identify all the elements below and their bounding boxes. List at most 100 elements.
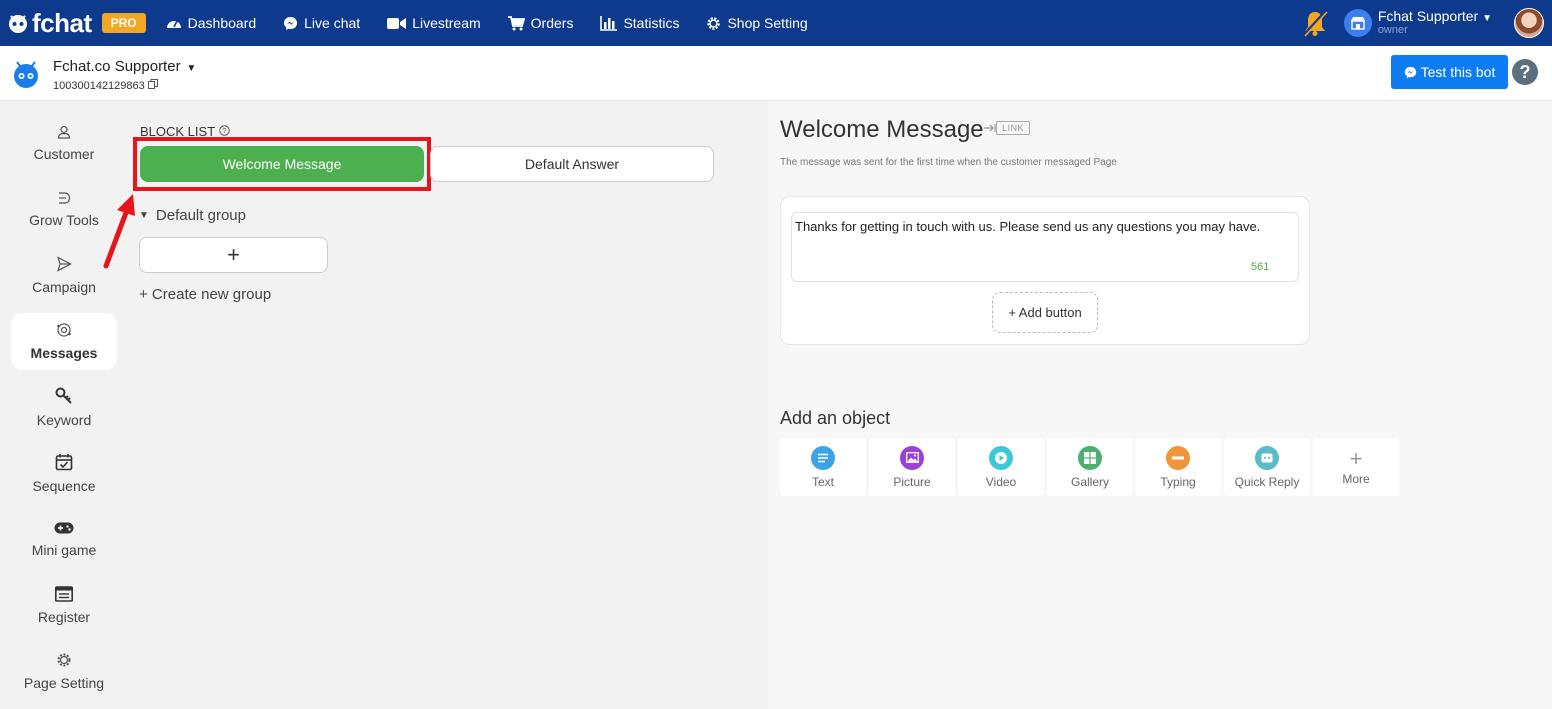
user-menu[interactable]: Fchat Supporter ▼ owner (1378, 9, 1492, 36)
editor-panel (768, 101, 1552, 709)
sidebar-item-label: Messages (30, 345, 98, 361)
sidebar-item-label: Page Setting (23, 675, 105, 691)
send-icon (57, 256, 72, 272)
user-icon (57, 125, 71, 139)
sidebar-item-keyword[interactable]: Keyword (11, 379, 117, 436)
editor-description: The message was sent for the first time … (780, 157, 1117, 168)
add-block-button[interactable]: + (139, 237, 328, 273)
sidebar-item-label: Register (37, 609, 91, 625)
object-label: Quick Reply (1234, 474, 1300, 489)
sidebar-item-label: Grow Tools (29, 212, 99, 228)
sidebar-item-sequence[interactable]: Sequence (11, 445, 117, 502)
create-group-link[interactable]: + Create new group (139, 286, 271, 303)
nav-label: Shop Setting (727, 15, 808, 31)
grow-tools-icon (59, 192, 71, 204)
nav-orders[interactable]: Orders (507, 15, 574, 31)
nav-label: Live chat (304, 15, 361, 31)
main-nav: Dashboard Live chat Livestream Orders St… (166, 15, 835, 31)
object-more[interactable]: + More (1313, 438, 1399, 496)
gear-icon (707, 16, 721, 30)
svg-text:?: ? (222, 126, 226, 135)
sidebar-item-label: Sequence (32, 478, 96, 494)
object-label: Typing (1160, 474, 1196, 489)
sidebar-item-customer[interactable]: Customer (11, 115, 117, 172)
bell-off-icon[interactable] (1300, 8, 1330, 38)
chevron-down-icon: ▼ (183, 63, 197, 74)
nav-live-chat[interactable]: Live chat (283, 15, 360, 31)
test-bot-button[interactable]: Test this bot (1391, 55, 1508, 89)
add-button-button[interactable]: + Add button (992, 292, 1098, 333)
typing-icon (1166, 445, 1190, 470)
page-name: Fchat.co Supporter (53, 58, 181, 75)
message-text[interactable]: Thanks for getting in touch with us. Ple… (795, 219, 1260, 234)
top-right-area: Fchat Supporter ▼ owner (1300, 0, 1552, 46)
page-id-value: 100300142129863 (53, 80, 145, 92)
gamepad-icon (54, 522, 74, 534)
object-gallery[interactable]: Gallery (1047, 438, 1133, 496)
messenger-icon (1404, 66, 1416, 78)
test-bot-label: Test this bot (1420, 64, 1496, 80)
add-object-title: Add an object (780, 408, 891, 428)
page-selector[interactable]: Fchat.co Supporter ▼ (53, 58, 196, 75)
shop-avatar-icon[interactable] (1343, 9, 1372, 37)
nav-shop-setting[interactable]: Shop Setting (706, 15, 808, 31)
nav-label: Livestream (412, 15, 481, 31)
block-default-answer[interactable]: Default Answer (430, 146, 714, 182)
object-typing[interactable]: Typing (1135, 438, 1221, 496)
cart-icon (507, 15, 525, 30)
sidebar-item-label: Mini game (31, 542, 97, 558)
sidebar-item-register[interactable]: Register (11, 577, 117, 634)
object-label: Text (811, 474, 834, 489)
avatar[interactable] (1514, 8, 1544, 38)
nav-statistics[interactable]: Statistics (600, 15, 679, 31)
brand-name: fchat (32, 7, 92, 38)
link-badge[interactable]: LINK (984, 121, 1031, 135)
video-icon (387, 17, 407, 29)
page-header: Fchat.co Supporter ▼ 100300142129863 Tes… (0, 46, 1552, 101)
sidebar-item-mini-game[interactable]: Mini game (11, 511, 117, 568)
messages-icon (57, 323, 71, 337)
chevron-down-icon: ▼ (1482, 13, 1492, 25)
dashboard-icon (166, 20, 181, 28)
fchat-logo[interactable]: fchat (6, 8, 92, 39)
object-label: Picture (893, 474, 931, 489)
gear-icon (57, 653, 71, 667)
copy-icon[interactable] (147, 79, 158, 89)
char-counter: 561 (1251, 261, 1270, 273)
nav-label: Orders (530, 15, 574, 31)
play-icon (989, 445, 1013, 470)
messenger-icon (284, 16, 298, 30)
register-icon (55, 586, 73, 602)
gallery-icon (1078, 445, 1102, 470)
bar-chart-icon (600, 15, 618, 31)
sidebar-item-label: Keyword (36, 412, 92, 428)
user-name: Fchat Supporter (1377, 8, 1479, 25)
nav-dashboard[interactable]: Dashboard (166, 15, 257, 31)
user-role: owner (1377, 23, 1408, 36)
group-default[interactable]: ▼ Default group (139, 207, 246, 224)
editor-title: Welcome Message (780, 116, 984, 143)
key-icon (55, 387, 72, 404)
annotation-arrow-icon (103, 194, 135, 269)
sidebar-item-messages[interactable]: Messages (11, 313, 117, 370)
question-circle-icon[interactable]: ? (218, 125, 230, 136)
nav-label: Dashboard (187, 15, 257, 31)
object-text[interactable]: Text (780, 438, 866, 496)
top-navbar: fchat PRO Dashboard Live chat Livestream… (0, 0, 1552, 46)
object-label: Video (985, 474, 1017, 489)
object-picture[interactable]: Picture (869, 438, 955, 496)
plus-icon: + (1349, 445, 1363, 471)
robot-logo-icon (9, 15, 27, 33)
group-name: Default group (155, 207, 246, 224)
object-quick-reply[interactable]: Quick Reply (1224, 438, 1310, 496)
help-icon[interactable]: ? (1512, 59, 1538, 85)
highlight-annotation (133, 137, 431, 191)
sidebar-item-page-setting[interactable]: Page Setting (11, 643, 117, 700)
page-robot-icon (14, 61, 38, 88)
object-video[interactable]: Video (958, 438, 1044, 496)
calendar-check-icon (55, 454, 73, 471)
nav-livestream[interactable]: Livestream (387, 15, 481, 31)
caret-down-icon: ▼ (139, 210, 149, 221)
link-badge-label: LINK (996, 121, 1031, 135)
link-icon (984, 124, 996, 132)
